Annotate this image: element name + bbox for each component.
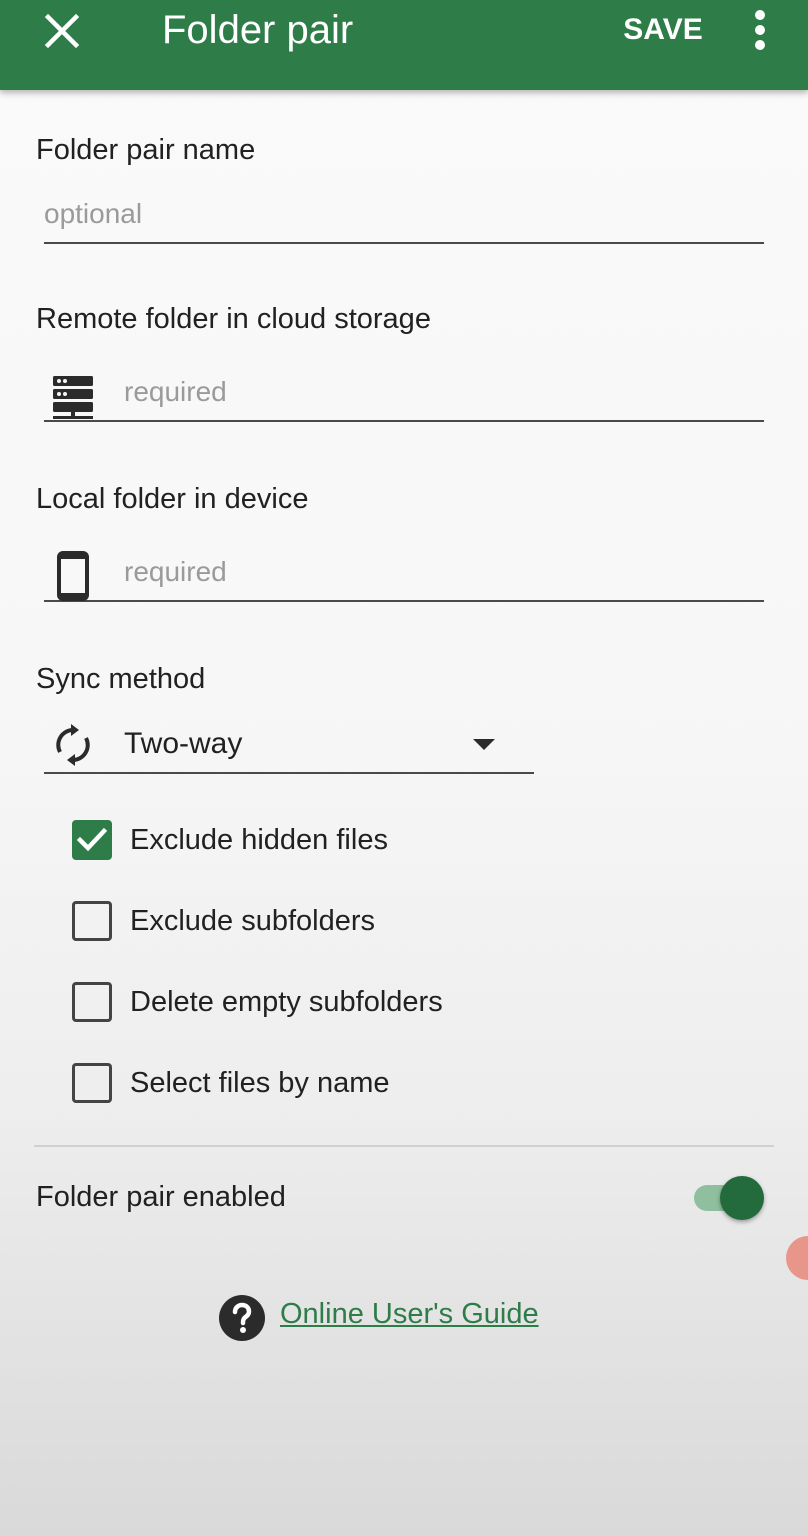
switch-thumb [720,1176,764,1220]
overflow-menu-button[interactable] [734,0,786,60]
remote-folder-field[interactable] [44,364,764,422]
page-title: Folder pair [162,8,354,52]
sync-method-value: Two-way [124,727,243,760]
close-icon [44,13,80,49]
online-users-guide-text[interactable]: Online User's Guide [280,1296,539,1332]
option-label: Select files by name [130,1067,390,1099]
close-button[interactable] [28,0,96,62]
more-vert-icon [755,10,765,50]
sync-method-label: Sync method [36,663,206,695]
folder-pair-enabled-switch[interactable] [690,1172,770,1222]
local-folder-label: Local folder in device [36,483,309,515]
help-icon [219,1295,265,1341]
remote-folder-label: Remote folder in cloud storage [36,303,431,335]
remote-folder-input[interactable] [124,364,754,420]
option-label: Exclude subfolders [130,905,376,937]
option-exclude-subfolders[interactable]: Exclude subfolders [72,891,632,951]
phone-icon [46,550,100,602]
folder-pair-name-label: Folder pair name [36,134,256,166]
checkbox-unchecked[interactable] [72,1063,112,1103]
floating-action-button-edge[interactable] [786,1236,808,1280]
checkbox-unchecked[interactable] [72,901,112,941]
folder-pair-name-input[interactable] [44,186,754,242]
sync-method-dropdown[interactable]: Two-way [44,714,534,774]
divider [34,1145,774,1147]
check-icon [76,827,108,852]
online-users-guide-link[interactable]: Online User's Guide [218,1290,578,1341]
option-label: Exclude hidden files [130,824,388,856]
checkbox-unchecked[interactable] [72,982,112,1022]
local-folder-field[interactable] [44,544,764,602]
option-select-files-by-name[interactable]: Select files by name [72,1053,632,1113]
checkbox-checked[interactable] [72,820,112,860]
option-label: Delete empty subfolders [130,986,443,1018]
server-icon [46,370,100,422]
app-bar: Folder pair SAVE [0,0,808,90]
save-button[interactable]: SAVE [616,8,710,52]
sync-icon [48,720,98,770]
option-delete-empty-subfolders[interactable]: Delete empty subfolders [72,972,632,1032]
dropdown-arrow-icon [473,739,495,750]
folder-pair-name-field[interactable] [44,186,764,244]
folder-pair-enabled-label: Folder pair enabled [36,1181,286,1213]
option-exclude-hidden-files[interactable]: Exclude hidden files [72,810,632,870]
local-folder-input[interactable] [124,544,754,600]
